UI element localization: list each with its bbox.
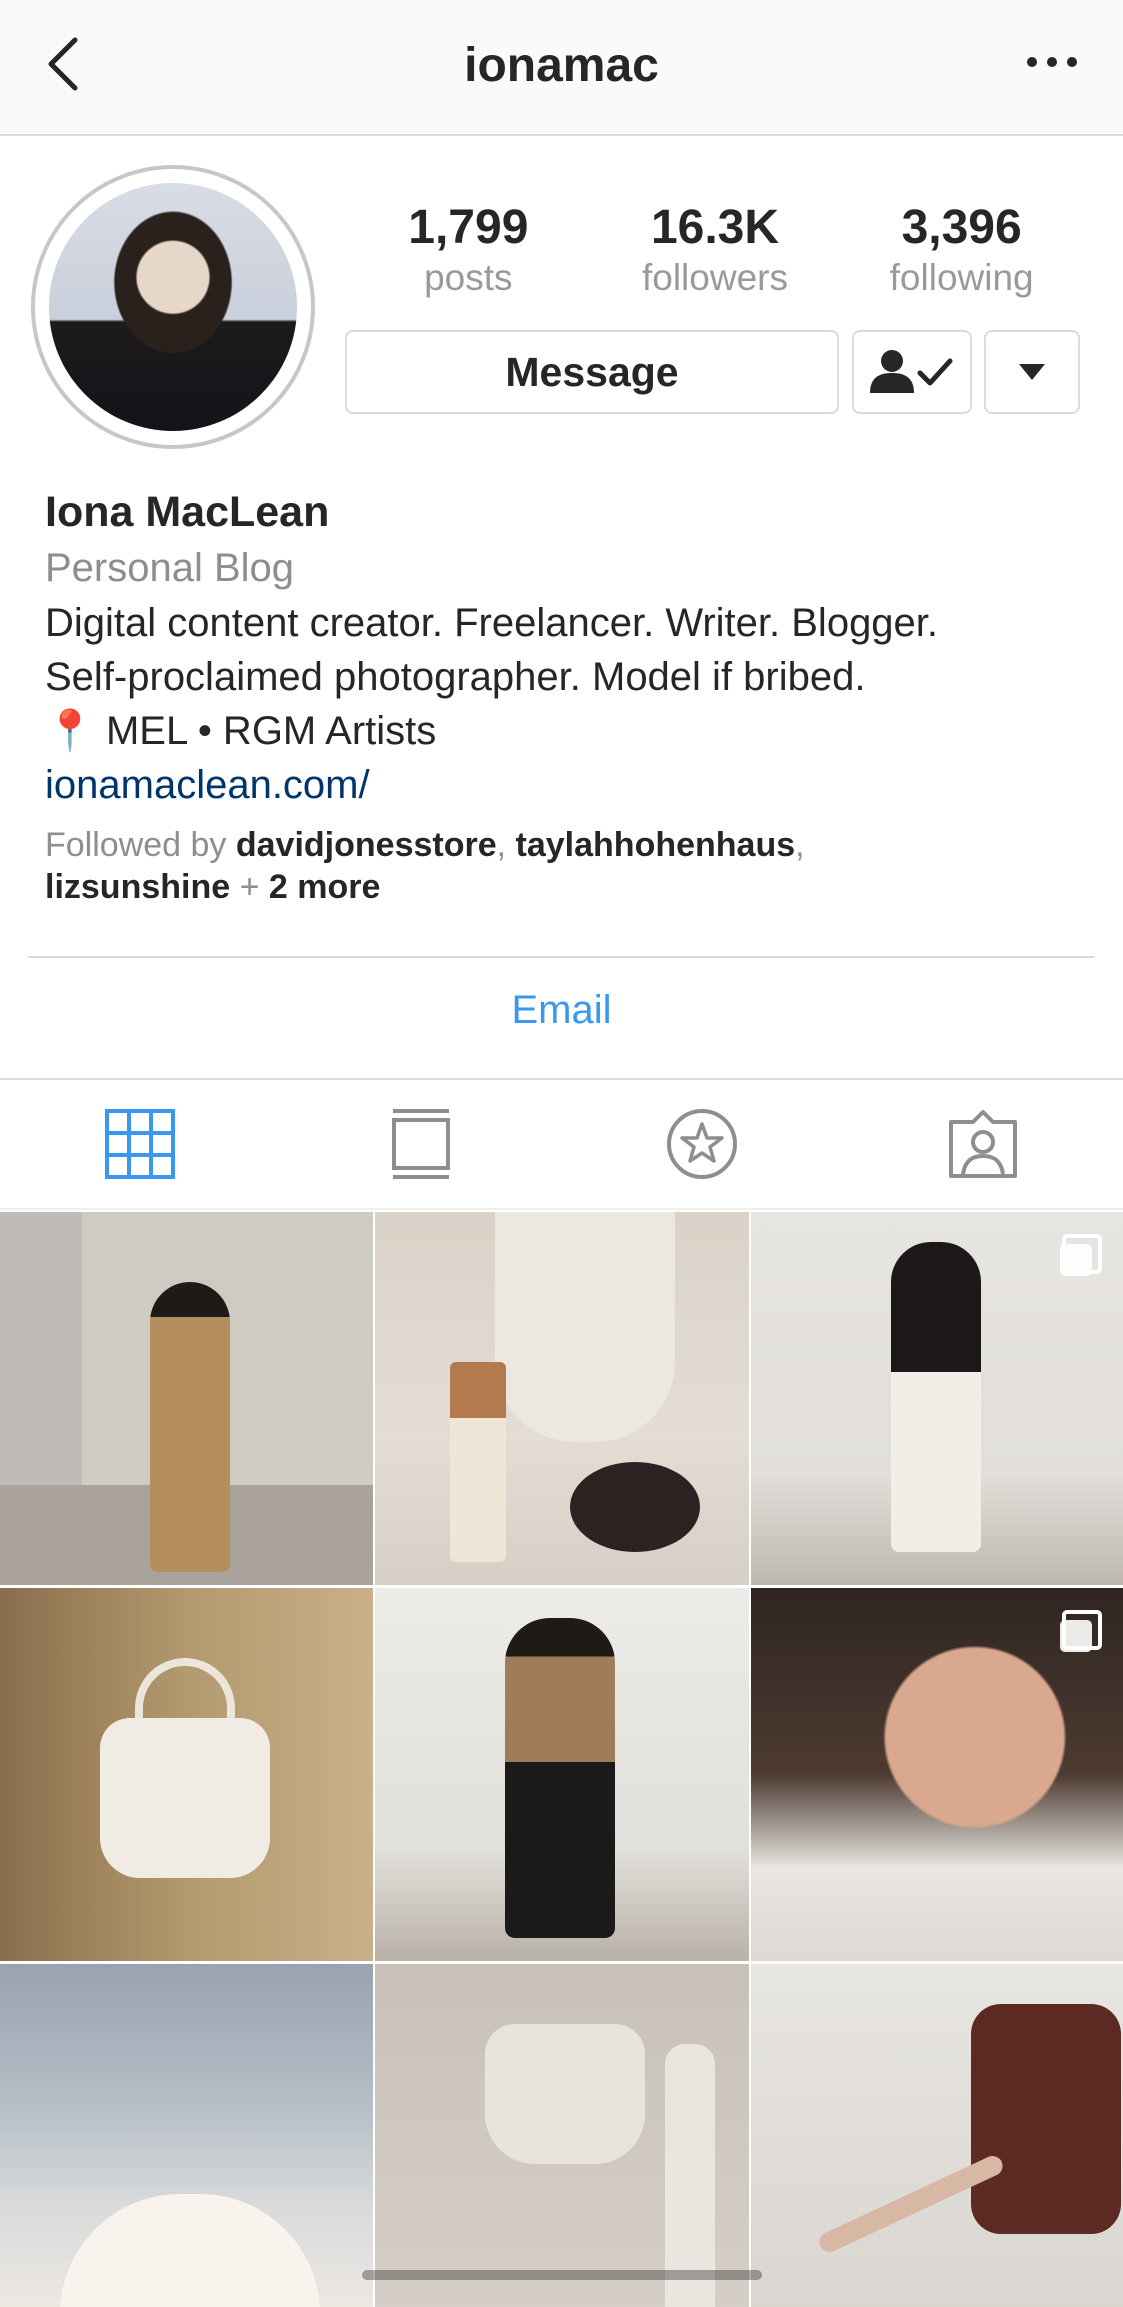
dot-icon bbox=[1027, 57, 1037, 67]
stat-following-count: 3,396 bbox=[901, 201, 1022, 254]
pin-icon: 📍 bbox=[45, 709, 95, 753]
separator: , bbox=[795, 826, 805, 864]
stat-posts-label: posts bbox=[424, 257, 513, 298]
tab-tagged[interactable] bbox=[842, 1080, 1123, 1208]
more-options-button[interactable] bbox=[1027, 50, 1077, 74]
followed-by-more[interactable]: 2 more bbox=[269, 868, 381, 906]
stat-following-label: following bbox=[889, 257, 1034, 298]
profile-tabs bbox=[0, 1078, 1123, 1210]
profile-full-name: Iona MacLean bbox=[45, 488, 330, 536]
followed-by-user[interactable]: davidjonesstore bbox=[236, 826, 497, 864]
stat-posts[interactable]: 1,799 posts bbox=[348, 200, 588, 310]
followed-by-user[interactable]: taylahhohenhaus bbox=[516, 826, 796, 864]
profile-username-title: ionamac bbox=[464, 39, 659, 92]
post-thumbnail[interactable] bbox=[375, 1212, 749, 1585]
bio-line-2: Self-proclaimed photographer. Model if b… bbox=[45, 655, 866, 699]
followed-by-user[interactable]: lizsunshine bbox=[45, 868, 230, 906]
post-thumbnail[interactable] bbox=[0, 1964, 373, 2307]
tab-saved[interactable] bbox=[562, 1080, 843, 1208]
tab-grid[interactable] bbox=[0, 1080, 281, 1208]
stat-followers-label: followers bbox=[641, 257, 788, 298]
bio-location-text: MEL • RGM Artists bbox=[105, 709, 437, 753]
profile-avatar-ring[interactable] bbox=[31, 165, 315, 449]
stat-posts-count: 1,799 bbox=[408, 201, 529, 254]
star-icon bbox=[666, 1109, 737, 1179]
profile-bio: Iona MacLean Personal Blog Digital conte… bbox=[45, 484, 1085, 908]
post-thumbnail[interactable] bbox=[375, 1964, 749, 2307]
bio-location-line: 📍 MEL • RGM Artists bbox=[45, 704, 1085, 758]
person-check-icon bbox=[870, 350, 953, 393]
dot-icon bbox=[1047, 57, 1057, 67]
carousel-icon bbox=[1060, 1234, 1102, 1276]
separator: + bbox=[230, 868, 269, 906]
grid-icon bbox=[105, 1109, 176, 1179]
post-thumbnail[interactable] bbox=[0, 1212, 373, 1585]
email-button[interactable]: Email bbox=[0, 988, 1123, 1033]
stat-followers-count: 16.3K bbox=[650, 201, 780, 254]
carousel-icon bbox=[1060, 1610, 1102, 1652]
post-thumbnail[interactable] bbox=[751, 1588, 1123, 1961]
dot-icon bbox=[1067, 57, 1077, 67]
followed-by-line[interactable]: Followed by davidjonesstore, taylahhohen… bbox=[45, 824, 1085, 908]
followed-by-prefix: Followed by bbox=[45, 826, 227, 864]
stat-followers[interactable]: 16.3K followers bbox=[595, 200, 835, 310]
bio-line-1: Digital content creator. Freelancer. Wri… bbox=[45, 601, 939, 645]
profile-stats: 1,799 posts 16.3K followers 3,396 follow… bbox=[345, 200, 1085, 310]
profile-website-link[interactable]: ionamaclean.com/ bbox=[45, 758, 1085, 812]
top-nav-bar: ionamac bbox=[0, 0, 1123, 136]
avatar bbox=[49, 183, 297, 431]
separator: , bbox=[496, 826, 516, 864]
profile-category: Personal Blog bbox=[45, 546, 295, 590]
suggested-accounts-dropdown-button[interactable] bbox=[984, 330, 1080, 414]
tab-feed[interactable] bbox=[281, 1080, 562, 1208]
tagged-person-icon bbox=[948, 1110, 1017, 1178]
divider bbox=[28, 956, 1095, 958]
post-thumbnail[interactable] bbox=[751, 1212, 1123, 1585]
caret-down-icon bbox=[1019, 364, 1045, 380]
stat-following[interactable]: 3,396 following bbox=[842, 200, 1082, 310]
post-thumbnail[interactable] bbox=[0, 1588, 373, 1961]
following-status-button[interactable] bbox=[852, 330, 972, 414]
post-grid bbox=[0, 1212, 1123, 2307]
home-indicator[interactable] bbox=[362, 2270, 762, 2280]
feed-icon bbox=[392, 1109, 451, 1179]
message-button[interactable]: Message bbox=[345, 330, 839, 414]
post-thumbnail[interactable] bbox=[375, 1588, 749, 1961]
post-thumbnail[interactable] bbox=[751, 1964, 1123, 2307]
